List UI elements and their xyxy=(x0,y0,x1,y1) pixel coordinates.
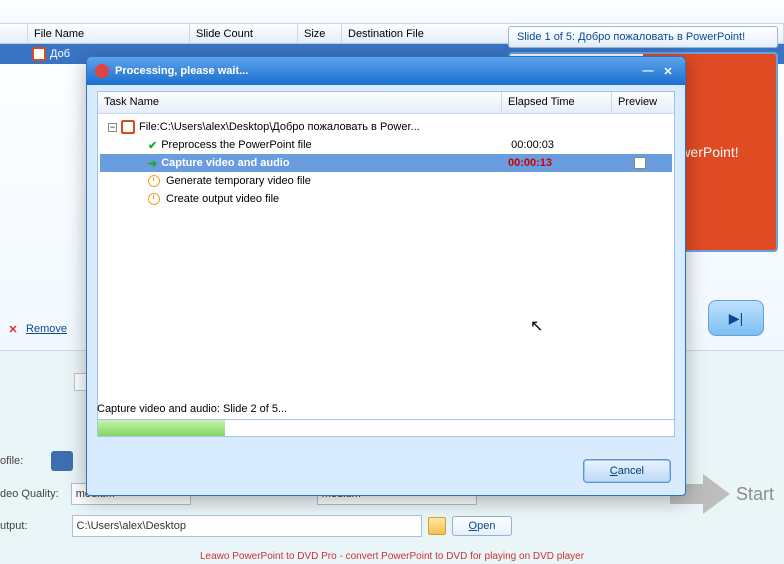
minimize-button[interactable]: — xyxy=(639,64,657,78)
check-icon: ✔ xyxy=(148,139,157,152)
task-label: Generate temporary video file xyxy=(166,175,311,187)
task-time: 00:00:13 xyxy=(508,157,552,169)
col-preview[interactable]: Preview xyxy=(612,92,674,113)
preview-checkbox[interactable] xyxy=(634,157,646,169)
task-label: Create output video file xyxy=(166,193,279,205)
task-list-header: Task Name Elapsed Time Preview xyxy=(98,92,674,114)
task-row-active[interactable]: ➔ Capture video and audio 00:00:13 xyxy=(100,154,672,172)
progress-bar xyxy=(97,419,675,437)
output-path-input[interactable] xyxy=(72,515,422,537)
remove-link[interactable]: RRemoveemove xyxy=(26,323,67,335)
col-taskname[interactable]: Task Name xyxy=(98,92,502,113)
preview-caption: Slide 1 of 5: Добро пожаловать в PowerPo… xyxy=(508,26,778,48)
task-row[interactable]: Create output video file xyxy=(100,190,672,208)
col-size[interactable]: Size xyxy=(298,24,342,43)
col-elapsed[interactable]: Elapsed Time xyxy=(502,92,612,113)
task-time: 00:00:03 xyxy=(511,139,554,151)
clock-icon xyxy=(148,193,160,205)
task-label: Preprocess the PowerPoint file xyxy=(161,139,311,151)
open-button[interactable]: Open xyxy=(452,516,513,536)
task-row[interactable]: ✔ Preprocess the PowerPoint file 00:00:0… xyxy=(100,136,672,154)
folder-icon[interactable] xyxy=(428,517,446,535)
col-slidecount[interactable]: Slide Count xyxy=(190,24,298,43)
video-quality-label: deo Quality: xyxy=(0,488,59,500)
close-button[interactable]: ✕ xyxy=(659,64,677,78)
processing-dialog: Processing, please wait... — ✕ Task Name… xyxy=(86,56,686,496)
task-row[interactable]: Generate temporary video file xyxy=(100,172,672,190)
file-row-name: Доб xyxy=(50,48,70,60)
cancel-button[interactable]: Cancel xyxy=(583,459,671,483)
status-area: Capture video and audio: Slide 2 of 5... xyxy=(97,397,675,437)
footer-text: Leawo PowerPoint to DVD Pro - convert Po… xyxy=(0,551,784,562)
clock-icon xyxy=(148,175,160,187)
remove-icon: ✕ xyxy=(6,322,20,336)
powerpoint-icon xyxy=(32,47,46,61)
collapse-icon[interactable]: − xyxy=(108,123,117,132)
start-label: Start xyxy=(736,484,774,505)
dialog-footer: Cancel xyxy=(87,447,685,495)
task-root-label: File:C:\Users\alex\Desktop\Добро пожалов… xyxy=(139,121,420,133)
dialog-app-icon xyxy=(95,64,109,78)
task-label: Capture video and audio xyxy=(161,157,289,169)
progress-fill xyxy=(98,420,225,436)
powerpoint-icon xyxy=(121,120,135,134)
profile-label: ofile: xyxy=(0,455,23,467)
task-root-row[interactable]: − File:C:\Users\alex\Desktop\Добро пожал… xyxy=(100,118,672,136)
output-label: utput: xyxy=(0,520,28,532)
dialog-titlebar[interactable]: Processing, please wait... — ✕ xyxy=(87,57,685,85)
col-filename[interactable]: File Name xyxy=(28,24,190,43)
status-text: Capture video and audio: Slide 2 of 5... xyxy=(97,403,675,415)
dialog-body: Task Name Elapsed Time Preview − File:C:… xyxy=(97,91,675,437)
task-tree: − File:C:\Users\alex\Desktop\Добро пожал… xyxy=(98,114,674,212)
profile-icon[interactable] xyxy=(51,451,73,471)
toolbar xyxy=(0,0,784,24)
col-spacer xyxy=(0,24,28,43)
dialog-title-text: Processing, please wait... xyxy=(115,65,248,77)
arrow-right-icon: ➔ xyxy=(148,157,157,170)
